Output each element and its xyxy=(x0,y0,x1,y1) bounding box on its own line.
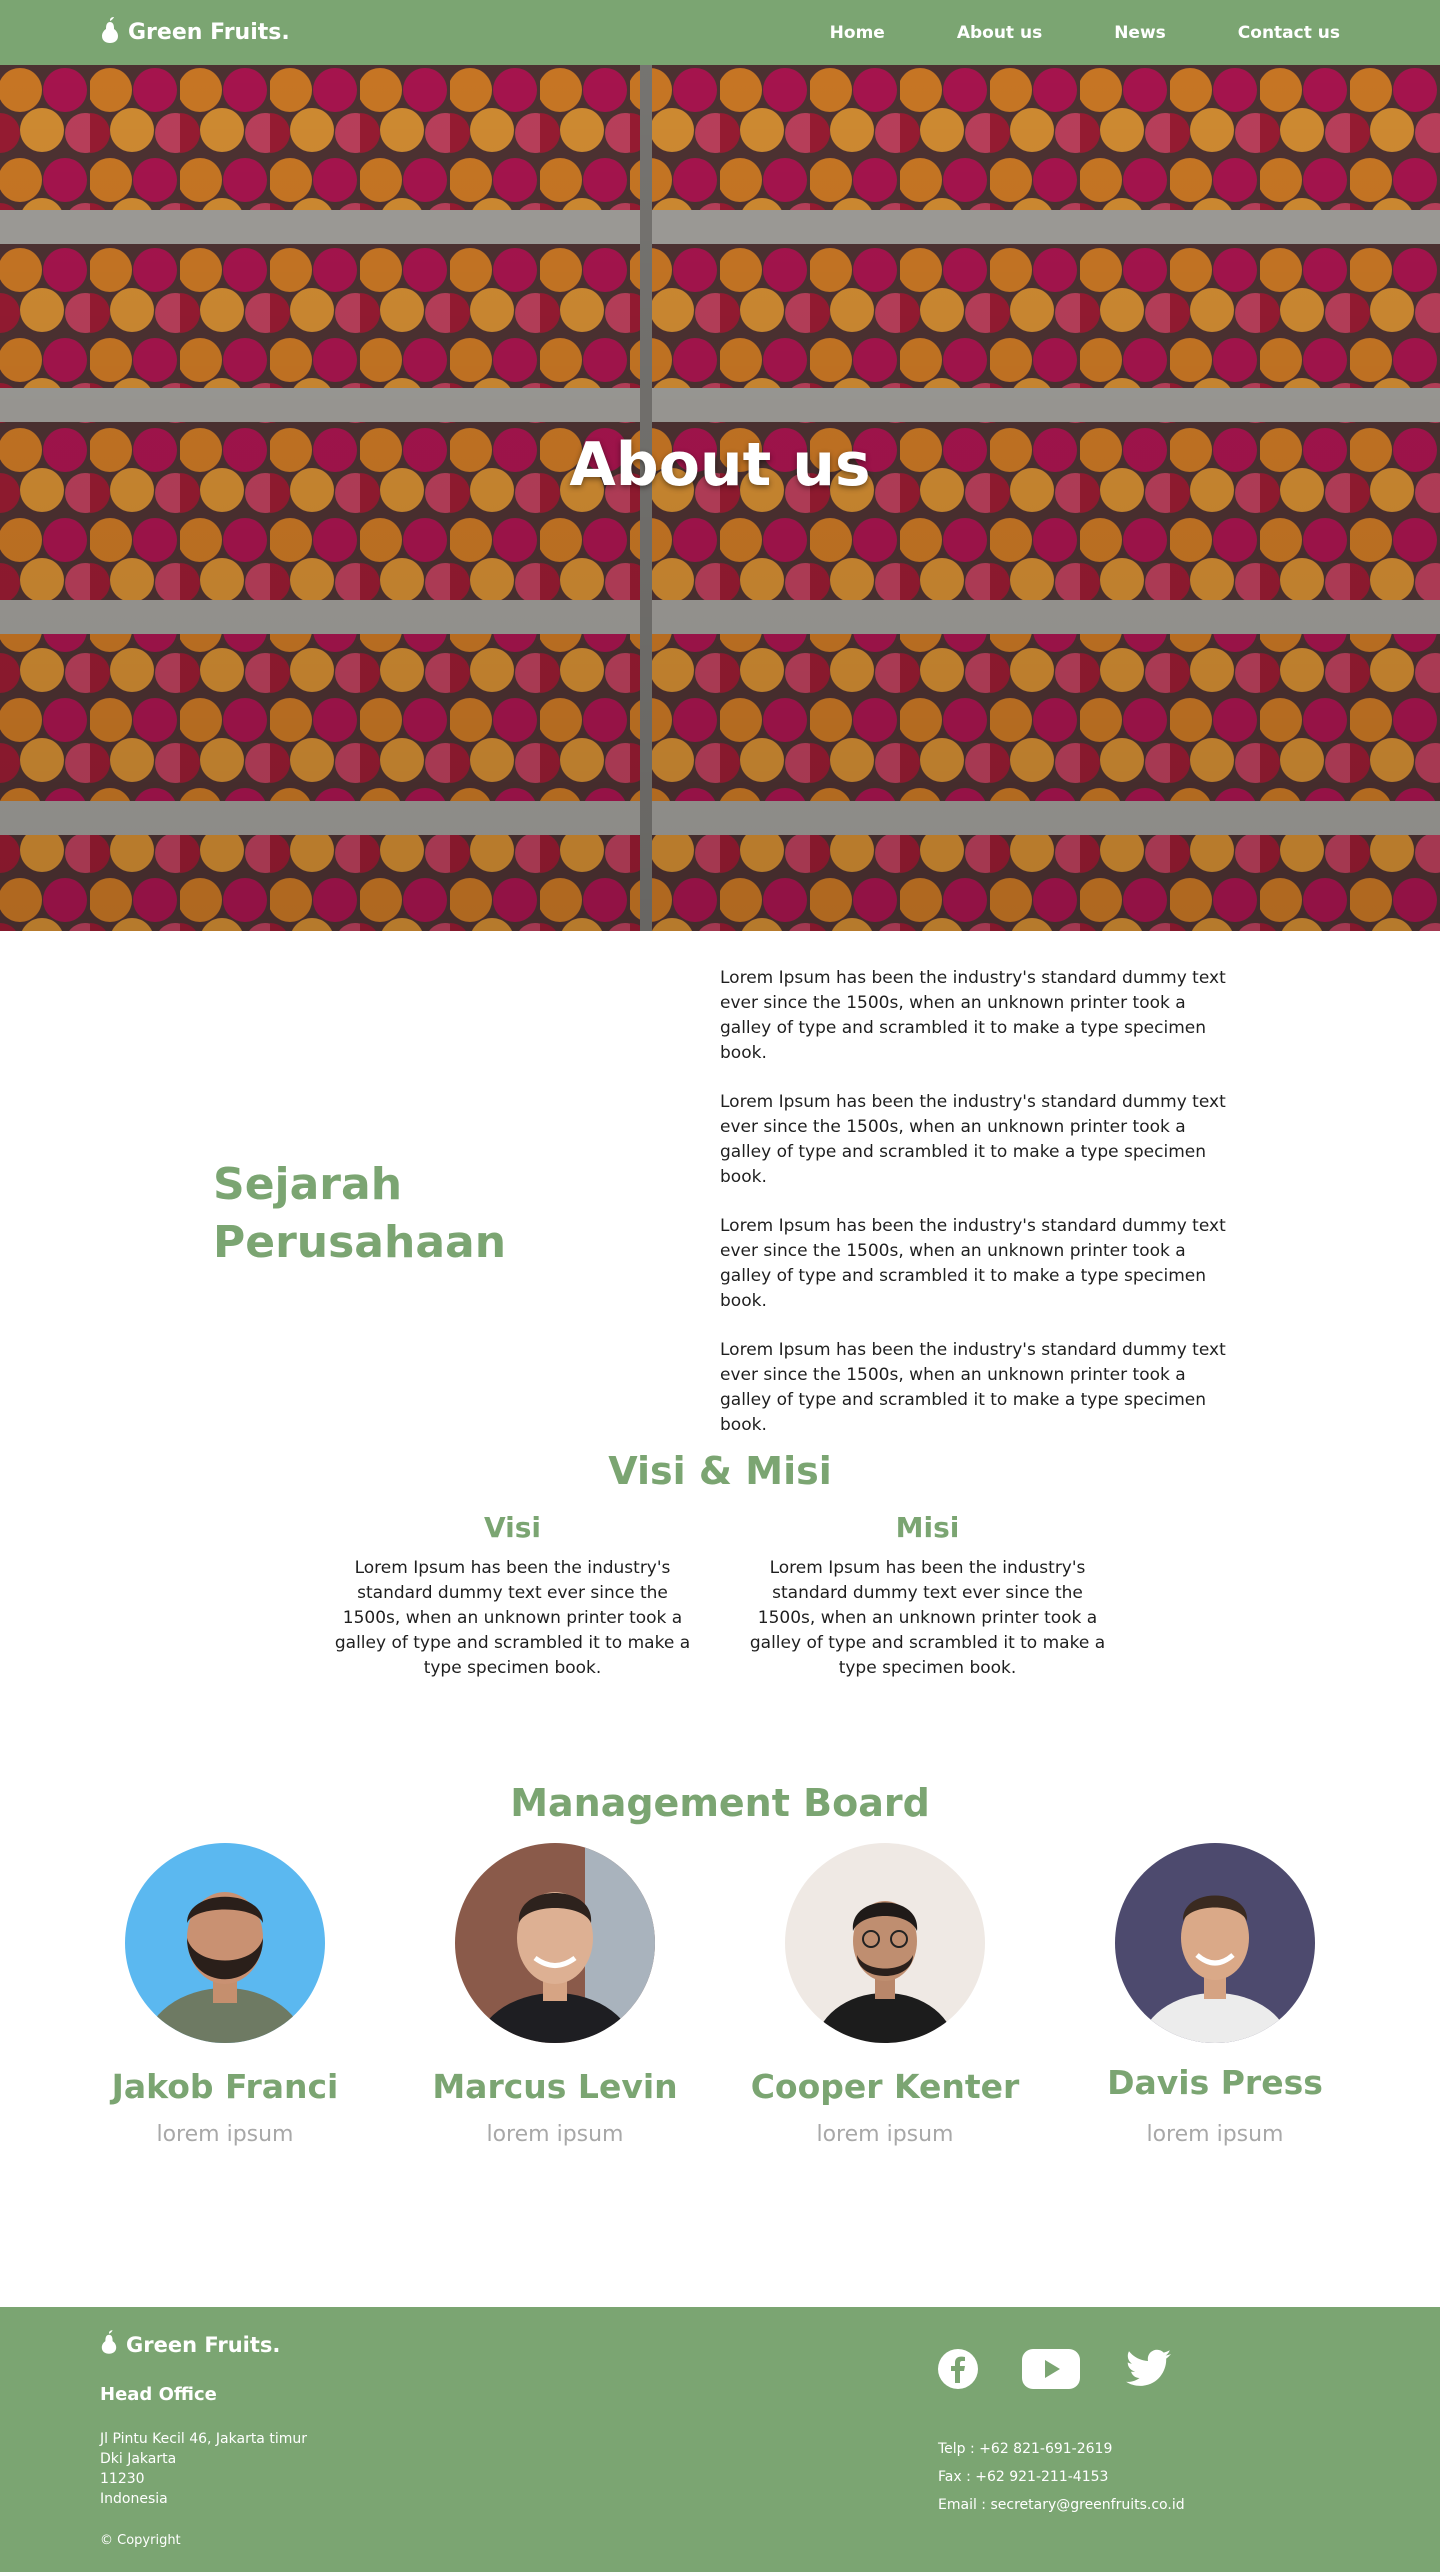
pear-icon xyxy=(100,16,120,50)
vision-text: Lorem Ipsum has been the industry's stan… xyxy=(334,1558,691,1678)
board-member-card: Davis Press lorem ipsum xyxy=(1050,1843,1380,2147)
brand-name: Green Fruits. xyxy=(128,20,290,45)
address-line: Indonesia xyxy=(100,2491,168,2507)
email-address[interactable]: Email : secretary@greenfruits.co.id xyxy=(938,2491,1185,2519)
nav-news[interactable]: News xyxy=(1114,23,1166,43)
board-member-card: Jakob Franci lorem ipsum xyxy=(60,1843,390,2147)
member-name: Marcus Levin xyxy=(432,2067,678,2106)
navbar: Green Fruits. Home About us News Contact… xyxy=(0,0,1440,65)
fax-number: Fax : +62 921-211-4153 xyxy=(938,2469,1109,2485)
company-history-section: Sejarah Perusahaan Lorem Ipsum has been … xyxy=(0,931,1440,1435)
history-text: Lorem Ipsum has been the industry's stan… xyxy=(720,966,1240,1462)
address-line: Dki Jakarta xyxy=(100,2451,177,2467)
board-grid: Jakob Franci lorem ipsum Marcus Levin lo… xyxy=(0,1843,1440,2147)
hero-title: About us xyxy=(569,430,871,500)
address-line: Jl Pintu Kecil 46, Jakarta timur xyxy=(100,2431,307,2447)
history-title: Sejarah Perusahaan xyxy=(0,1156,720,1272)
member-role: lorem ipsum xyxy=(816,2122,954,2147)
avatar xyxy=(785,1843,985,2043)
nav-home[interactable]: Home xyxy=(830,23,885,43)
member-role: lorem ipsum xyxy=(486,2122,624,2147)
history-paragraph: Lorem Ipsum has been the industry's stan… xyxy=(720,968,1226,1063)
member-name: Davis Press xyxy=(1107,2063,1323,2102)
mission-column: Misi Lorem Ipsum has been the industry's… xyxy=(745,1511,1110,1681)
member-role: lorem ipsum xyxy=(1146,2122,1284,2147)
mission-heading: Misi xyxy=(895,1511,960,1544)
phone-number: Telp : +62 821-691-2619 xyxy=(938,2441,1113,2457)
social-links xyxy=(938,2349,1185,2393)
footer: Green Fruits. Head Office Jl Pintu Kecil… xyxy=(0,2307,1440,2572)
history-paragraph: Lorem Ipsum has been the industry's stan… xyxy=(720,1340,1226,1435)
brand-logo[interactable]: Green Fruits. xyxy=(100,16,290,50)
member-name: Jakob Franci xyxy=(111,2067,339,2106)
nav-links: Home About us News Contact us xyxy=(830,23,1340,43)
vision-heading: Visi xyxy=(483,1511,542,1544)
facebook-icon[interactable] xyxy=(938,2349,978,2393)
board-member-card: Cooper Kenter lorem ipsum xyxy=(720,1843,1050,2147)
management-board-section: Management Board Jakob Franci lorem ipsu… xyxy=(0,1681,1440,2161)
nav-about-us[interactable]: About us xyxy=(957,23,1042,43)
youtube-icon[interactable] xyxy=(1022,2349,1080,2393)
board-member-card: Marcus Levin lorem ipsum xyxy=(390,1843,720,2147)
footer-brand[interactable]: Green Fruits. xyxy=(100,2329,307,2360)
office-address: Jl Pintu Kecil 46, Jakarta timur Dki Jak… xyxy=(100,2429,307,2509)
board-title: Management Board xyxy=(510,1781,930,1825)
pear-icon xyxy=(100,2329,118,2360)
member-name: Cooper Kenter xyxy=(750,2067,1020,2106)
head-office-title: Head Office xyxy=(100,2384,217,2405)
address-line: 11230 xyxy=(100,2471,145,2487)
vision-column: Visi Lorem Ipsum has been the industry's… xyxy=(330,1511,695,1681)
history-title-line1: Sejarah xyxy=(213,1159,403,1210)
mission-text: Lorem Ipsum has been the industry's stan… xyxy=(749,1558,1106,1678)
history-title-line2: Perusahaan xyxy=(213,1217,507,1268)
copyright: © Copyright xyxy=(100,2533,181,2548)
twitter-icon[interactable] xyxy=(1124,2349,1172,2393)
history-paragraph: Lorem Ipsum has been the industry's stan… xyxy=(720,1092,1226,1187)
avatar xyxy=(125,1843,325,2043)
history-paragraph: Lorem Ipsum has been the industry's stan… xyxy=(720,1216,1226,1311)
contact-info: Telp : +62 821-691-2619 Fax : +62 921-21… xyxy=(938,2435,1185,2519)
nav-contact-us[interactable]: Contact us xyxy=(1238,23,1340,43)
avatar xyxy=(1115,1843,1315,2043)
hero-banner: About us xyxy=(0,65,1440,931)
member-role: lorem ipsum xyxy=(156,2122,294,2147)
footer-brand-name: Green Fruits. xyxy=(126,2332,281,2357)
avatar xyxy=(455,1843,655,2043)
